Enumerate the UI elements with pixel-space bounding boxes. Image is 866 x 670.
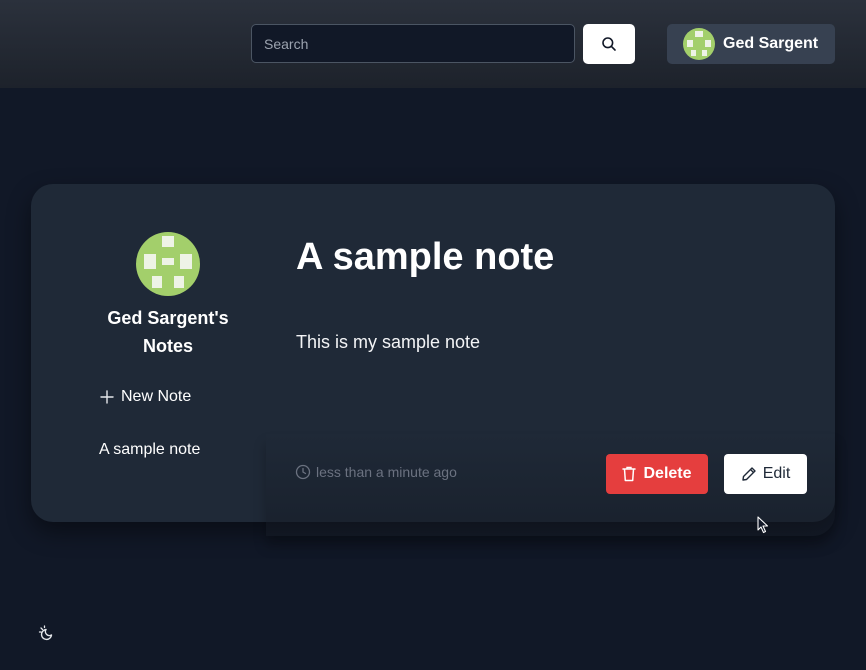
- search-button[interactable]: [583, 24, 635, 64]
- sidebar-note-link[interactable]: A sample note: [99, 441, 200, 459]
- edit-label: Edit: [762, 465, 791, 482]
- new-note-button[interactable]: New Note: [99, 388, 191, 406]
- mouse-cursor-icon: [757, 516, 769, 534]
- search-icon: [602, 37, 616, 51]
- note-title: A sample note: [296, 236, 555, 278]
- user-menu-button[interactable]: Ged Sargent: [667, 24, 835, 64]
- avatar-icon: [683, 28, 715, 60]
- note-timestamp: less than a minute ago: [295, 464, 457, 480]
- theme-toggle-button[interactable]: [37, 624, 57, 644]
- delete-label: Delete: [643, 465, 692, 482]
- moon-sun-icon: [38, 625, 53, 641]
- search-input[interactable]: [251, 24, 575, 63]
- notes-card: Ged Sargent's Notes New Note A sample no…: [31, 184, 835, 536]
- delete-button[interactable]: Delete: [606, 454, 708, 494]
- note-body: This is my sample note: [296, 332, 481, 352]
- user-name: Ged Sargent: [723, 35, 819, 52]
- new-note-label: New Note: [121, 388, 192, 405]
- pencil-icon: [741, 466, 757, 482]
- edit-button[interactable]: Edit: [724, 454, 807, 494]
- notes-owner-title: Ged Sargent's Notes: [107, 308, 229, 356]
- clock-icon: [295, 464, 311, 480]
- trash-icon: [622, 466, 637, 482]
- timestamp-text: less than a minute ago: [316, 464, 457, 480]
- top-header: Ged Sargent: [0, 0, 866, 88]
- avatar-icon: [136, 232, 200, 296]
- plus-icon: [99, 389, 115, 405]
